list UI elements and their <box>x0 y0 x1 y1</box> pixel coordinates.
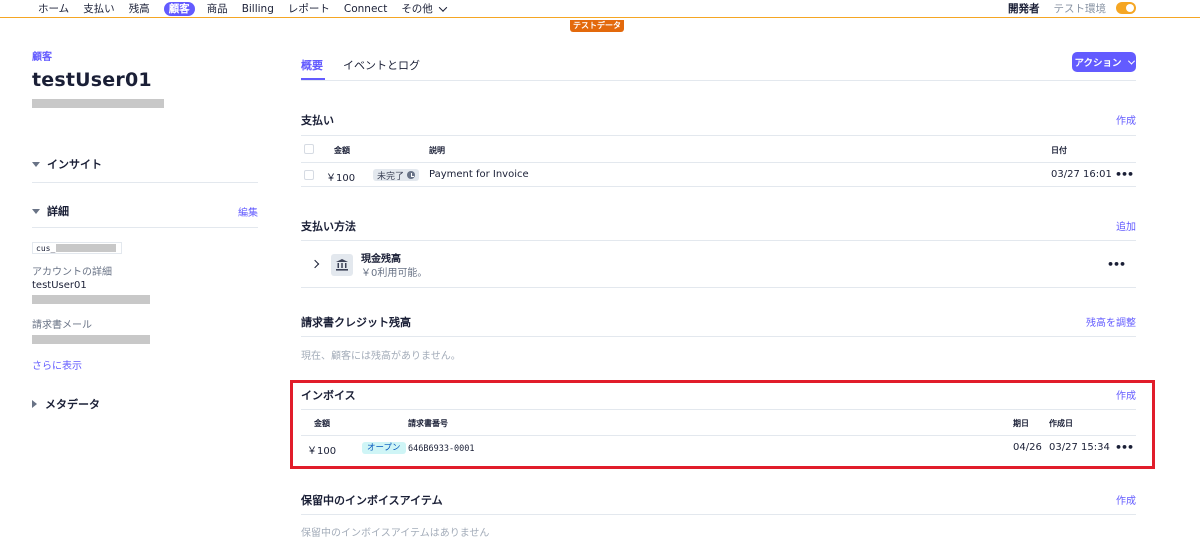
payments-header-description: 説明 <box>429 146 445 155</box>
customer-id-prefix: cus_ <box>36 243 56 253</box>
insight-section[interactable]: インサイト <box>32 156 258 172</box>
status-badge-label: 未完了 <box>377 171 405 182</box>
metadata-label: メタデータ <box>45 398 100 411</box>
pending-items-title: 保留中のインボイスアイテム <box>301 494 443 507</box>
nav-customers[interactable]: 顧客 <box>163 1 195 16</box>
active-tab-indicator <box>301 78 325 80</box>
show-more-link[interactable]: さらに表示 <box>32 357 258 372</box>
status-badge: 未完了 <box>373 169 420 182</box>
payments-title: 支払い <box>301 114 334 127</box>
nav-home[interactable]: ホーム <box>38 2 69 16</box>
add-payment-method-link[interactable]: 追加 <box>1116 218 1136 233</box>
clock-icon <box>407 171 416 179</box>
redacted-account-email <box>32 295 150 304</box>
redacted-invoice-email <box>32 335 150 344</box>
divider <box>32 182 258 183</box>
details-section: 詳細 編集 <box>32 203 258 219</box>
payment-methods-title: 支払い方法 <box>301 220 356 233</box>
metadata-section[interactable]: メタデータ <box>32 396 258 412</box>
details-label: 詳細 <box>47 205 69 218</box>
tab-events-logs[interactable]: イベントとログ <box>343 57 420 73</box>
annotation-highlight-box <box>290 380 1155 469</box>
breadcrumb[interactable]: 顧客 <box>32 48 258 63</box>
credit-balance-empty: 現在、顧客には残高がありません。 <box>301 351 461 362</box>
chevron-down-icon <box>1127 57 1135 65</box>
credit-balance-title: 請求書クレジット残高 <box>301 316 411 329</box>
customer-id-box[interactable]: cus_ <box>32 242 122 254</box>
customer-sidebar: 顧客 testUser01 インサイト 詳細 編集 cus_ アカウントの詳細 … <box>32 48 258 412</box>
caret-right-icon <box>32 400 37 408</box>
actions-button[interactable]: アクション <box>1072 52 1136 72</box>
tabs: 概要 イベントとログ <box>301 55 1136 81</box>
details-toggle[interactable]: 詳細 <box>32 203 69 219</box>
more-options-icon[interactable]: ••• <box>1107 258 1126 271</box>
edit-details-link[interactable]: 編集 <box>238 204 258 219</box>
more-options-icon[interactable]: ••• <box>1115 168 1134 181</box>
payment-description[interactable]: Payment for Invoice <box>429 169 529 180</box>
tab-overview[interactable]: 概要 <box>301 57 323 73</box>
payments-header-date: 日付 <box>1051 146 1067 155</box>
select-all-checkbox[interactable] <box>304 144 314 154</box>
divider <box>301 135 1136 136</box>
payment-amount[interactable]: ￥100 <box>326 169 355 184</box>
account-details-label: アカウントの詳細 <box>32 267 112 278</box>
payment-date: 03/27 16:01 <box>1051 169 1112 180</box>
divider <box>301 240 1136 241</box>
invoice-email-label: 請求書メール <box>32 320 92 331</box>
divider <box>32 227 258 228</box>
main-content: 概要 イベントとログ アクション 支払い 作成 金額 説明 日付 ￥100 未完… <box>301 0 1136 557</box>
nav-balance[interactable]: 残高 <box>129 2 150 16</box>
row-checkbox[interactable] <box>304 170 314 180</box>
nav-billing[interactable]: Billing <box>242 2 274 16</box>
redacted-email <box>32 99 164 108</box>
payment-method-name[interactable]: 現金残高 <box>361 250 401 265</box>
create-payment-link[interactable]: 作成 <box>1116 112 1136 127</box>
pending-items-empty: 保留中のインボイスアイテムはありません <box>301 528 490 539</box>
account-details-value: testUser01 <box>32 280 87 291</box>
redacted-id <box>56 244 117 252</box>
caret-down-icon <box>32 208 40 214</box>
nav-products[interactable]: 商品 <box>207 2 228 16</box>
expand-chevron-icon[interactable] <box>310 259 320 269</box>
bank-glyph <box>336 259 348 271</box>
divider <box>301 287 1136 288</box>
adjust-balance-link[interactable]: 残高を調整 <box>1086 314 1136 329</box>
divider <box>301 336 1136 337</box>
divider <box>301 186 1136 187</box>
payments-header-amount: 金額 <box>334 146 350 155</box>
bank-icon <box>331 254 353 276</box>
caret-down-icon <box>32 161 40 167</box>
payment-method-available: ￥0利用可能。 <box>361 268 428 279</box>
create-pending-item-link[interactable]: 作成 <box>1116 492 1136 507</box>
customer-name: testUser01 <box>32 69 152 91</box>
insight-label: インサイト <box>47 158 102 171</box>
divider <box>301 162 1136 163</box>
actions-label: アクション <box>1074 58 1122 69</box>
divider <box>301 514 1136 515</box>
nav-payments[interactable]: 支払い <box>83 2 115 16</box>
